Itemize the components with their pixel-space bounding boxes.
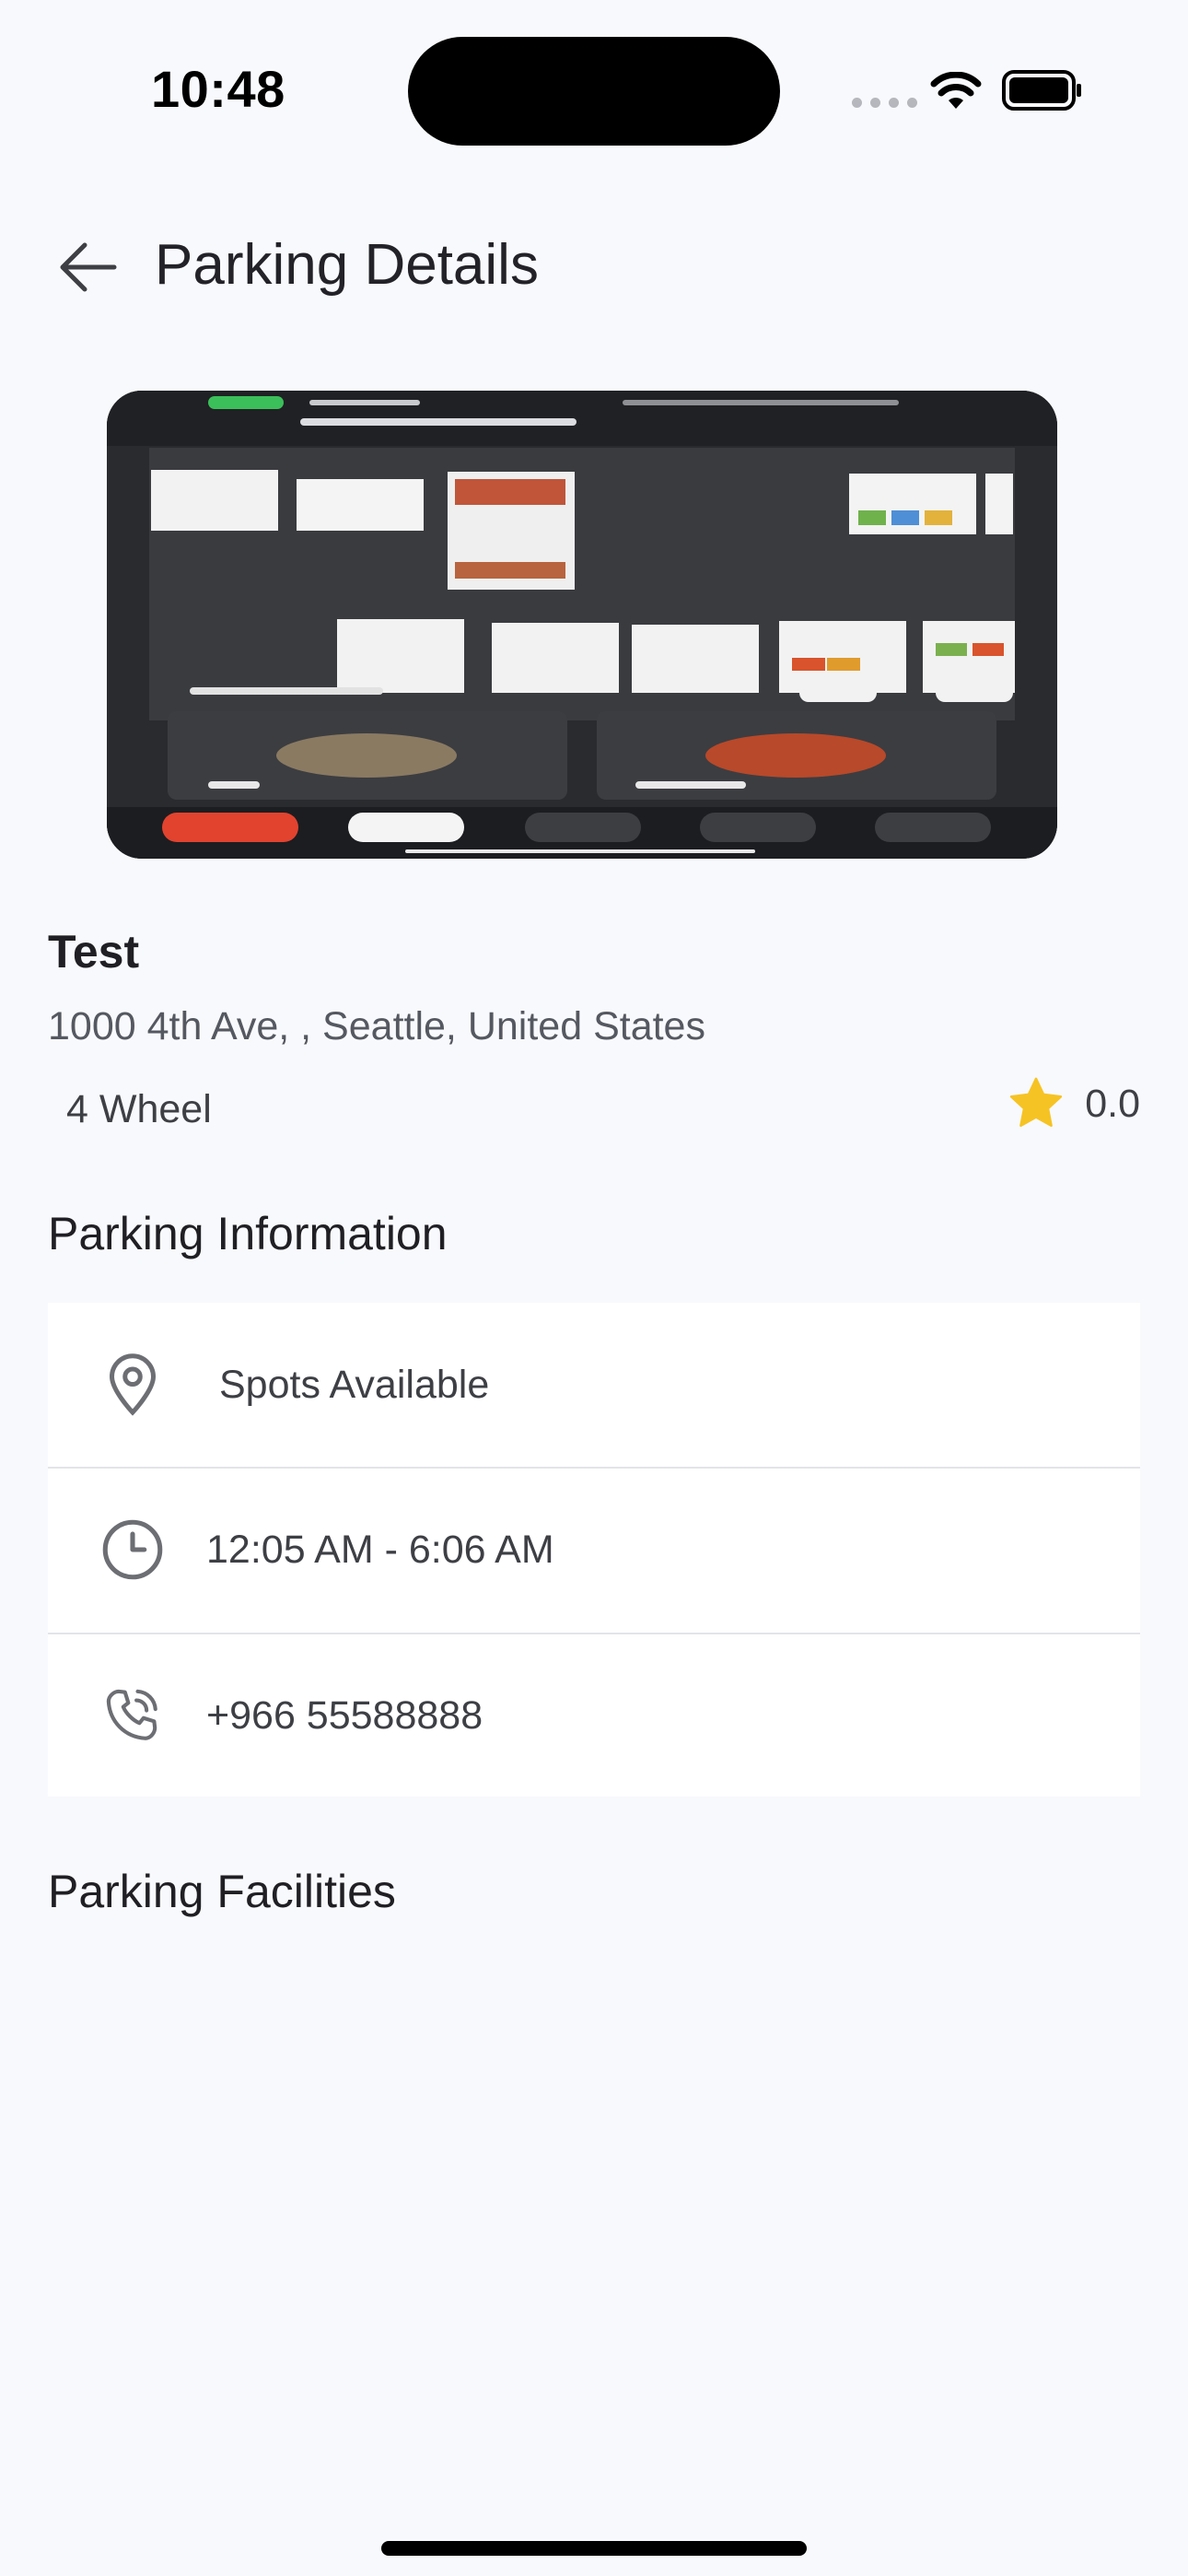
home-indicator[interactable]: [381, 2541, 807, 2556]
app-header: Parking Details: [0, 212, 1188, 322]
info-row-phone[interactable]: +966 55588888: [48, 1633, 1140, 1797]
status-time: 10:48: [151, 60, 285, 118]
info-row-hours: 12:05 AM - 6:06 AM: [48, 1467, 1140, 1631]
clock-icon: [98, 1515, 168, 1585]
section-title-parking-information: Parking Information: [48, 1208, 448, 1259]
info-row-text: Spots Available: [219, 1362, 490, 1407]
phone-icon: [98, 1680, 168, 1751]
parking-photo-image: [107, 391, 1057, 859]
parking-photo: [107, 391, 1057, 859]
star-icon: [1010, 1077, 1063, 1128]
section-title-parking-facilities: Parking Facilities: [48, 1866, 396, 1917]
info-row-text: +966 55588888: [206, 1692, 483, 1738]
dynamic-island: [408, 37, 780, 146]
parking-name: Test: [48, 926, 140, 978]
status-bar: 10:48: [0, 0, 1188, 175]
info-row-text: 12:05 AM - 6:06 AM: [206, 1527, 554, 1572]
parking-information-card: Spots Available 12:05 AM - 6:06 AM +966 …: [48, 1303, 1140, 1797]
back-button[interactable]: [52, 230, 125, 304]
wifi-icon: [930, 72, 982, 109]
vehicle-type: 4 Wheel: [66, 1087, 212, 1131]
rating-value: 0.0: [1085, 1081, 1140, 1126]
cellular-signal-icon: [852, 98, 917, 108]
rating: 0.0: [1007, 1076, 1140, 1131]
arrow-left-icon: [60, 242, 117, 292]
battery-icon: [1002, 70, 1081, 111]
page-title: Parking Details: [155, 233, 539, 297]
parking-address: 1000 4th Ave, , Seattle, United States: [48, 1004, 705, 1048]
info-row-spots: Spots Available: [48, 1303, 1140, 1467]
location-pin-icon: [98, 1350, 168, 1420]
